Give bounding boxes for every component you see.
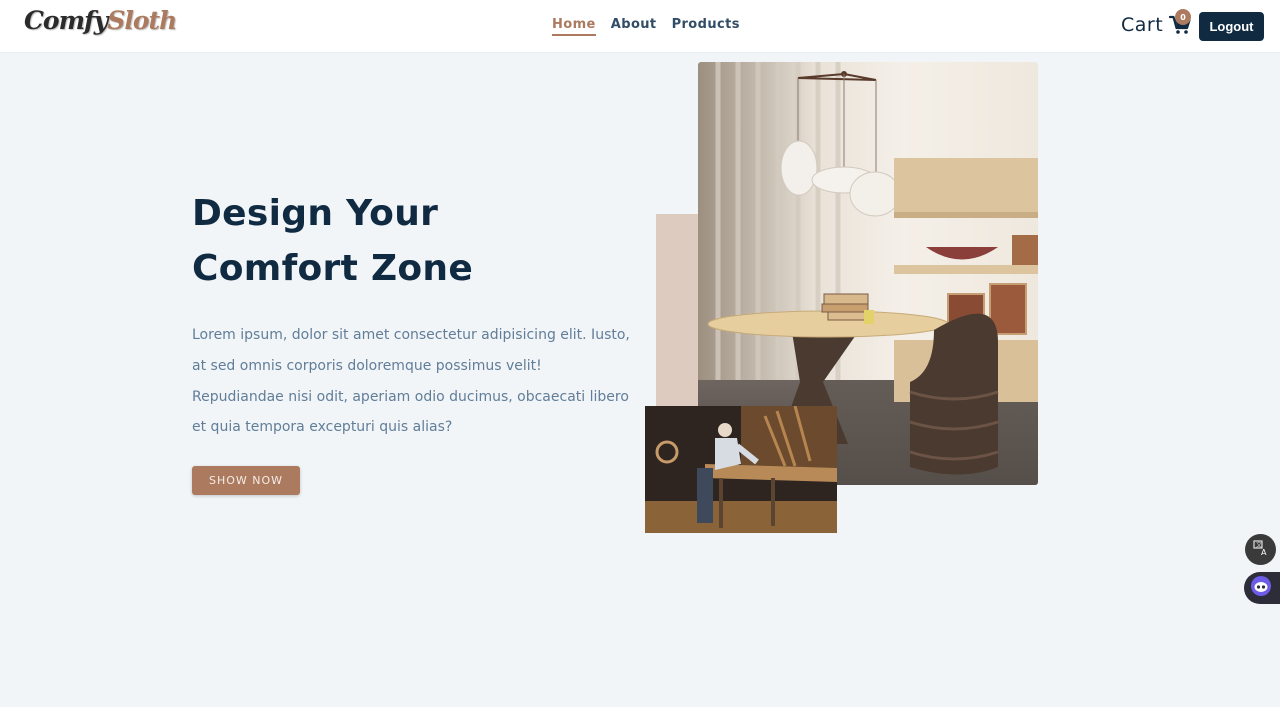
accent-block	[656, 214, 700, 407]
accent-hero-image	[645, 406, 837, 533]
shop-now-button[interactable]: SHOW NOW	[192, 466, 300, 495]
chatbot-icon	[1250, 575, 1272, 601]
nav-link-products[interactable]: Products	[672, 17, 740, 36]
nav-link-home[interactable]: Home	[552, 17, 596, 36]
hero-title-line1: Design Your	[192, 193, 439, 234]
hero-description: Lorem ipsum, dolor sit amet consectetur …	[192, 327, 630, 436]
svg-text:A: A	[1261, 548, 1267, 556]
brand-logo[interactable]: ComfySloth	[24, 6, 177, 35]
cart-label: Cart	[1121, 14, 1164, 36]
nav-links: Home About Products	[552, 17, 740, 36]
translate-icon: 文 A	[1252, 539, 1269, 560]
cart-count-badge: 0	[1175, 9, 1191, 25]
hero-title: Design Your Comfort Zone	[192, 186, 612, 296]
hero-title-line2: Comfort Zone	[192, 248, 474, 289]
translate-widget[interactable]: 文 A	[1245, 534, 1276, 565]
navbar: ComfySloth Home About Products Cart 0 Lo…	[0, 0, 1280, 53]
chatbot-widget[interactable]	[1244, 572, 1280, 604]
nav-link-about[interactable]: About	[611, 17, 657, 36]
logout-button[interactable]: Logout	[1199, 12, 1264, 41]
